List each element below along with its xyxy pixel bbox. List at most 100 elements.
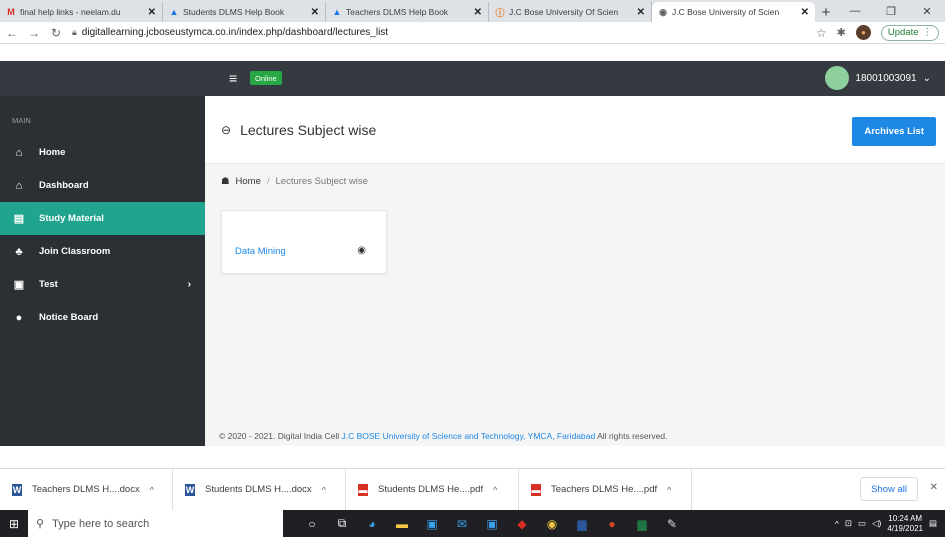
tray-network-icon[interactable]: ⊡ <box>845 518 852 529</box>
download-item[interactable]: W Students DLMS H....docx ^ <box>173 468 346 511</box>
breadcrumb-home-link[interactable]: Home <box>236 176 261 187</box>
close-tab-icon[interactable]: ✕ <box>148 7 156 18</box>
taskbar-clock[interactable]: 10:24 AM 4/19/2021 <box>887 514 923 534</box>
download-filename: Teachers DLMS H....docx <box>32 484 140 495</box>
edge-icon[interactable]: ◕ <box>357 510 387 537</box>
chevron-up-icon[interactable]: ^ <box>667 485 671 495</box>
sidebar-item-label: Test <box>39 279 58 290</box>
test-icon: ▣ <box>13 279 25 291</box>
close-downloads-icon[interactable]: ✕ <box>930 482 938 493</box>
breadcrumb: ☗ Home / Lectures Subject wise <box>221 176 368 187</box>
forward-arrow-icon[interactable]: → <box>28 26 40 40</box>
pdf-file-icon: ▬ <box>358 483 368 496</box>
back-arrow-icon[interactable]: ← <box>6 26 18 40</box>
powerpoint-icon[interactable]: ● <box>597 510 627 537</box>
tab-title: J.C Bose University Of Scien <box>509 7 619 17</box>
sidebar-item-study-material[interactable]: ▤ Study Material <box>0 202 205 235</box>
download-filename: Students DLMS He....pdf <box>378 484 484 495</box>
url-text: digitallearning.jcboseustymca.co.in/inde… <box>81 27 389 38</box>
user-menu[interactable]: 18001003091 ⌄ <box>825 66 931 90</box>
drive-icon: ▲ <box>332 7 342 17</box>
downloads-bar: W Teachers DLMS H....docx ^ W Students D… <box>0 468 945 511</box>
tray-chevron-icon[interactable]: ^ <box>835 519 839 529</box>
mail-icon[interactable]: ✉ <box>447 510 477 537</box>
close-tab-icon[interactable]: ✕ <box>637 7 645 18</box>
hamburger-menu-icon[interactable]: ≡ <box>229 70 237 86</box>
close-tab-icon[interactable]: ✕ <box>801 7 809 18</box>
reload-icon[interactable]: ↻ <box>50 26 62 40</box>
back-circle-icon[interactable]: ⊖ <box>221 123 231 137</box>
extensions-icon[interactable]: ✱ <box>837 26 846 39</box>
subject-link[interactable]: Data Mining <box>235 246 286 257</box>
show-all-button[interactable]: Show all <box>860 477 918 501</box>
store-icon[interactable]: ▣ <box>417 510 447 537</box>
gmail-icon: M <box>7 7 15 17</box>
eye-icon[interactable]: ◉ <box>357 245 366 256</box>
browser-tab[interactable]: ▲ Teachers DLMS Help Book ✕ <box>326 2 489 22</box>
browser-tab[interactable]: M final help links - neelam.du ✕ <box>0 2 163 22</box>
clock-date: 4/19/2021 <box>887 523 923 533</box>
browser-tab-strip: M final help links - neelam.du ✕ ▲ Stude… <box>0 0 945 22</box>
file-explorer-icon[interactable]: ▬ <box>387 510 417 537</box>
user-id: 18001003091 <box>855 72 917 84</box>
browser-tab[interactable]: ▲ Students DLMS Help Book ✕ <box>163 2 326 22</box>
app-l-icon[interactable]: ▣ <box>477 510 507 537</box>
chevron-up-icon[interactable]: ^ <box>493 485 497 495</box>
tray-volume-icon[interactable]: ◁) <box>872 518 881 529</box>
windows-taskbar: ⊞ ⚲ Type here to search ○ ⧉ ◕ ▬ ▣ ✉ ▣ ◆ … <box>0 510 945 537</box>
main-content: ⊖ Lectures Subject wise Archives List ☗ … <box>205 96 945 446</box>
tab-title: Students DLMS Help Book <box>183 7 285 17</box>
sidebar-item-notice-board[interactable]: ● Notice Board <box>0 301 205 334</box>
profile-avatar-icon[interactable]: ● <box>855 25 871 40</box>
search-icon: ⚲ <box>36 518 45 530</box>
page-footer: © 2020 - 2021. Digital India Cell J.C BO… <box>205 431 945 441</box>
avatar <box>825 66 850 90</box>
classroom-icon: ♣ <box>15 245 23 258</box>
task-view-icon[interactable]: ⧉ <box>327 510 357 537</box>
drive-icon: ▲ <box>169 7 179 17</box>
breadcrumb-separator: / <box>266 176 270 187</box>
excel-icon[interactable]: ▆ <box>627 510 657 537</box>
mcafee-icon[interactable]: ◆ <box>507 510 537 537</box>
chevron-up-icon[interactable]: ^ <box>322 485 326 495</box>
archives-list-button[interactable]: Archives List <box>852 117 936 146</box>
tab-title: Teachers DLMS Help Book <box>346 7 449 17</box>
minimize-icon[interactable]: — <box>837 0 873 22</box>
word-file-icon: W <box>12 483 22 496</box>
page-title: Lectures Subject wise <box>240 122 377 138</box>
tab-title: J.C Bose University of Scien <box>672 7 780 17</box>
clock-time: 10:24 AM <box>888 513 923 523</box>
close-tab-icon[interactable]: ✕ <box>311 7 319 18</box>
sidebar-item-dashboard[interactable]: ⌂ Dashboard <box>0 169 205 202</box>
notification-icon[interactable]: ▤ <box>929 518 937 529</box>
sidebar-item-home[interactable]: ⌂ Home <box>0 136 205 169</box>
dashboard-icon: ⌂ <box>15 179 23 192</box>
close-tab-icon[interactable]: ✕ <box>474 7 482 18</box>
tab-title: final help links - neelam.du <box>20 7 121 17</box>
new-tab-button[interactable]: + <box>815 2 837 22</box>
window-close-icon[interactable]: ✕ <box>909 0 945 22</box>
download-item[interactable]: ▬ Students DLMS He....pdf ^ <box>346 468 519 511</box>
chevron-up-icon[interactable]: ^ <box>150 485 154 495</box>
paint-icon[interactable]: ✎ <box>657 510 687 537</box>
tray-battery-icon[interactable]: ▭ <box>858 518 866 529</box>
sidebar-item-test[interactable]: ▣ Test › <box>0 268 205 301</box>
download-item[interactable]: ▬ Teachers DLMS He....pdf ^ <box>519 468 692 511</box>
bookmark-star-icon[interactable]: ☆ <box>816 26 827 40</box>
browser-tab[interactable]: ⓘ J.C Bose University Of Scien ✕ <box>489 2 652 22</box>
update-button[interactable]: Update ⋮ <box>880 24 939 41</box>
chrome-icon[interactable]: ◉ <box>537 510 567 537</box>
footer-university-link[interactable]: J.C BOSE University of Science and Techn… <box>342 431 596 441</box>
home-icon: ☗ <box>221 176 230 187</box>
restore-icon[interactable]: ❐ <box>873 0 909 22</box>
taskbar-search-input[interactable]: ⚲ Type here to search <box>28 510 283 537</box>
cortana-icon[interactable]: ○ <box>297 510 327 537</box>
pdf-file-icon: ▬ <box>531 483 541 496</box>
download-item[interactable]: W Teachers DLMS H....docx ^ <box>0 468 173 511</box>
word-icon[interactable]: ▆ <box>567 510 597 537</box>
sidebar-item-join-classroom[interactable]: ♣ Join Classroom <box>0 235 205 268</box>
address-bar[interactable]: 🔒︎ digitallearning.jcboseustymca.co.in/i… <box>72 24 806 42</box>
windows-start-icon[interactable]: ⊞ <box>0 510 28 537</box>
browser-tab-active[interactable]: ◉ J.C Bose University of Scien ✕ <box>652 2 815 22</box>
footer-suffix: All rights reserved. <box>595 431 668 441</box>
